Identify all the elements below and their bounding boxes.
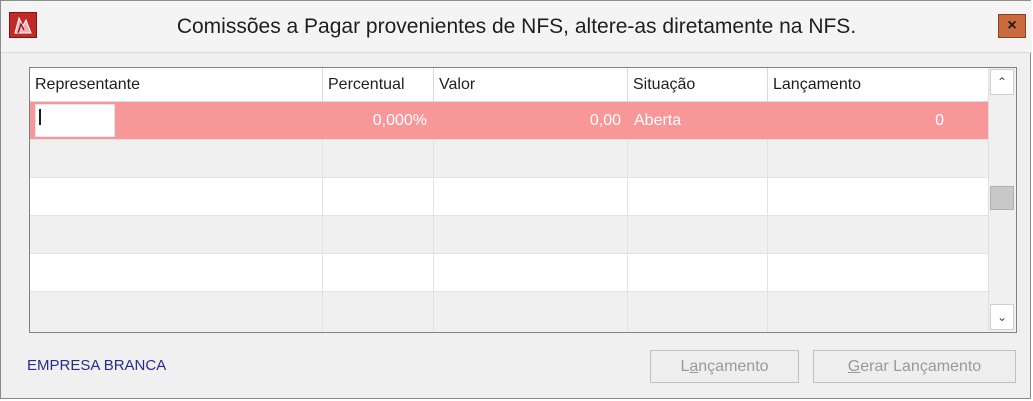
empty-cell <box>434 216 628 253</box>
scroll-thumb[interactable] <box>990 186 1014 210</box>
close-button[interactable]: × <box>998 14 1026 38</box>
chevron-up-icon[interactable]: ⌃ <box>990 69 1014 95</box>
lancamento-label-rest: nçamento <box>698 358 769 375</box>
cell-representante[interactable] <box>30 102 323 139</box>
empty-cell <box>323 254 434 291</box>
column-header-percentual[interactable]: Percentual <box>323 68 434 101</box>
column-header-valor[interactable]: Valor <box>434 68 628 101</box>
vertical-scrollbar[interactable]: ⌃ ⌄ <box>988 68 1016 332</box>
chevron-down-icon[interactable]: ⌄ <box>990 304 1014 330</box>
empty-cell <box>434 254 628 291</box>
table-row-empty <box>30 216 988 254</box>
empty-cell <box>628 178 768 215</box>
title-bar: Comissões a Pagar provenientes de NFS, a… <box>1 1 1032 53</box>
dialog-window: Comissões a Pagar provenientes de NFS, a… <box>0 0 1032 399</box>
column-header-representante[interactable]: Representante <box>30 68 323 101</box>
empty-cell <box>323 140 434 177</box>
lancamento-button[interactable]: Lançamento <box>650 350 799 383</box>
cell-situacao[interactable]: Aberta <box>628 102 768 139</box>
empty-cell <box>323 216 434 253</box>
empty-cell <box>30 216 323 253</box>
text-caret <box>39 109 41 125</box>
cell-lancamento[interactable]: 0 <box>768 102 988 139</box>
column-header-lancamento[interactable]: Lançamento <box>768 68 988 101</box>
window-title: Comissões a Pagar provenientes de NFS, a… <box>176 15 857 38</box>
lancamento-hotkey: a <box>689 358 699 375</box>
table-row[interactable]: 0,000% 0,00 Aberta 0 <box>30 102 988 140</box>
empty-cell <box>30 254 323 291</box>
empty-cell <box>323 292 434 332</box>
empty-cell <box>628 254 768 291</box>
cell-valor[interactable]: 0,00 <box>434 102 628 139</box>
empty-cell <box>30 292 323 332</box>
empty-cell <box>628 216 768 253</box>
column-header-situacao[interactable]: Situação <box>628 68 768 101</box>
grid-header: Representante Percentual Valor Situação … <box>30 68 988 102</box>
empty-cell <box>30 178 323 215</box>
gerar-label-rest: erar Lançamento <box>860 358 982 375</box>
table-row-empty <box>30 178 988 216</box>
empty-cell <box>434 292 628 332</box>
empty-cell <box>323 178 434 215</box>
representante-input[interactable] <box>35 104 115 137</box>
table-row-empty <box>30 292 988 332</box>
empty-cell <box>628 292 768 332</box>
cell-percentual[interactable]: 0,000% <box>323 102 434 139</box>
table-row-empty <box>30 254 988 292</box>
empty-cell <box>30 140 323 177</box>
gerar-lancamento-button[interactable]: Gerar Lançamento <box>813 350 1016 383</box>
empty-cell <box>434 140 628 177</box>
grid-body: Representante Percentual Valor Situação … <box>30 68 988 332</box>
gerar-hotkey: G <box>847 358 861 375</box>
empty-cell <box>434 178 628 215</box>
table-row-empty <box>30 140 988 178</box>
commission-grid: Representante Percentual Valor Situação … <box>29 67 1017 333</box>
empty-cell <box>628 140 768 177</box>
company-label: EMPRESA BRANCA <box>27 357 167 374</box>
